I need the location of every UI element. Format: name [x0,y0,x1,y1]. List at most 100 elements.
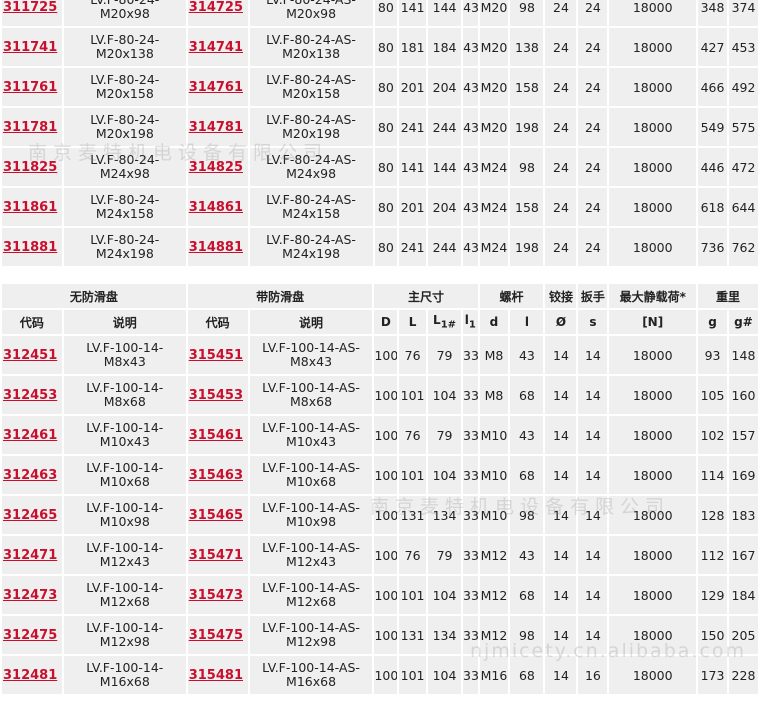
cell-load: 18000 [609,148,697,186]
cell-wrench: 24 [578,0,608,26]
product-code-link[interactable]: 314761 [189,80,243,95]
product-code-link[interactable]: 314741 [189,40,243,55]
cell-l1: 79 [428,336,462,374]
cell-thread: M12 [479,616,509,654]
cell-wrench: 24 [578,68,608,106]
cell-wrench: 16 [578,656,608,694]
code-cell: 315451 [187,336,248,374]
description-line: M24x98 [286,166,337,181]
cell-load: 18000 [609,28,697,66]
cell-thread: M20 [479,68,509,106]
product-code-link[interactable]: 312471 [3,548,57,563]
product-code-link[interactable]: 311741 [3,40,57,55]
table-row: 312463 LV.F-100-14- M10x68 315463 LV.F-100-1… [2,456,758,494]
description-line: LV.F-80-24-AS- [266,32,356,47]
cell-l1: 33 [463,376,478,414]
cell-pin: 14 [545,616,577,654]
product-code-link[interactable]: 311725 [3,0,57,15]
product-code-link[interactable]: 312461 [3,428,57,443]
description-line: LV.F-80-24-AS- [266,72,356,87]
cell-l: 131 [399,616,427,654]
cell-l1: 43 [463,188,478,226]
description-line: M12x98 [286,634,337,649]
description-cell: LV.F-80-24- M24x198 [63,228,186,266]
product-code-link[interactable]: 315471 [189,548,243,563]
product-code-link[interactable]: 311861 [3,200,57,215]
cell-gs: 169 [728,456,758,494]
description-line: M10x68 [286,474,337,489]
product-code-link[interactable]: 315465 [189,508,243,523]
code-cell: 315461 [187,416,248,454]
cell-l: 101 [399,576,427,614]
cell-pin: 24 [545,108,577,146]
cell-g: 446 [698,148,727,186]
cell-l: 68 [510,456,544,494]
product-code-link[interactable]: 311781 [3,120,57,135]
description-line: M12x68 [99,594,150,609]
cell-thread: M20 [479,108,509,146]
cell-l: 101 [399,376,427,414]
cell-load: 18000 [609,0,697,26]
product-code-link[interactable]: 315451 [189,348,243,363]
code-cell: 314861 [187,188,248,226]
description-line: M20x98 [286,6,337,21]
description-line: M16x68 [99,674,150,689]
product-code-link[interactable]: 315453 [189,388,243,403]
description-cell: LV.F-80-24-AS- M20x198 [249,108,373,146]
cell-l1: 104 [428,456,462,494]
product-code-link[interactable]: 312473 [3,588,57,603]
col-header-code1: 代码 [2,310,62,334]
description-cell: LV.F-80-24- M20x158 [63,68,186,106]
cell-thread: M12 [479,536,509,574]
product-code-link[interactable]: 315481 [189,668,243,683]
product-code-link[interactable]: 315475 [189,628,243,643]
cell-g: 112 [698,536,727,574]
header-without-antislip: 无防滑盘 [2,284,186,308]
description-cell: LV.F-100-14-AS- M8x68 [249,376,373,414]
table-row: 312461 LV.F-100-14- M10x43 315461 LV.F-100-1… [2,416,758,454]
cell-thread: M10 [479,456,509,494]
description-cell: LV.F-100-14- M10x43 [63,416,186,454]
product-code-link[interactable]: 311761 [3,80,57,95]
product-code-link[interactable]: 314781 [189,120,243,135]
product-code-link[interactable]: 314825 [189,160,243,175]
description-cell: LV.F-100-14- M10x68 [63,456,186,494]
cell-load: 18000 [609,68,697,106]
description-line: M24x198 [282,246,341,261]
cell-gs: 184 [728,576,758,614]
description-line: M10x43 [99,434,150,449]
product-code-link[interactable]: 312463 [3,468,57,483]
product-code-link[interactable]: 314725 [189,0,243,15]
product-code-link[interactable]: 312465 [3,508,57,523]
col-header-l: l [510,310,544,334]
cell-load: 18000 [609,228,697,266]
cell-g: 466 [698,68,727,106]
cell-wrench: 14 [578,416,608,454]
description-cell: LV.F-80-24-AS- M24x158 [249,188,373,226]
cell-thread: M16 [479,656,509,694]
product-code-link[interactable]: 312453 [3,388,57,403]
product-code-link[interactable]: 315461 [189,428,243,443]
col-header-wrench: s [578,310,608,334]
product-code-link[interactable]: 314881 [189,240,243,255]
description-line: LV.F-100-14-AS- [262,580,360,595]
product-code-link[interactable]: 311881 [3,240,57,255]
cell-pin: 14 [545,656,577,694]
product-code-link[interactable]: 312475 [3,628,57,643]
product-code-link[interactable]: 311825 [3,160,57,175]
product-code-link[interactable]: 315463 [189,468,243,483]
product-code-link[interactable]: 312481 [3,668,57,683]
product-code-link[interactable]: 312451 [3,348,57,363]
table-row: 311825 LV.F-80-24- M24x98 314825 LV.F-80-24-… [2,148,758,186]
cell-l: 43 [510,336,544,374]
col-header-L: L [399,310,427,334]
cell-thread: M24 [479,228,509,266]
product-code-link[interactable]: 314861 [189,200,243,215]
description-cell: LV.F-100-14- M12x98 [63,616,186,654]
cell-l: 101 [399,456,427,494]
header-thread-rod: 螺杆 [479,284,544,308]
cell-load: 18000 [609,188,697,226]
table-row: 311761 LV.F-80-24- M20x158 314761 LV.F-80-24… [2,68,758,106]
spec-table-bottom: 无防滑盘 带防滑盘 主尺寸 螺杆 铰接 扳手 最大静载荷* 重里 代码 说明 代… [0,282,760,696]
product-code-link[interactable]: 315473 [189,588,243,603]
